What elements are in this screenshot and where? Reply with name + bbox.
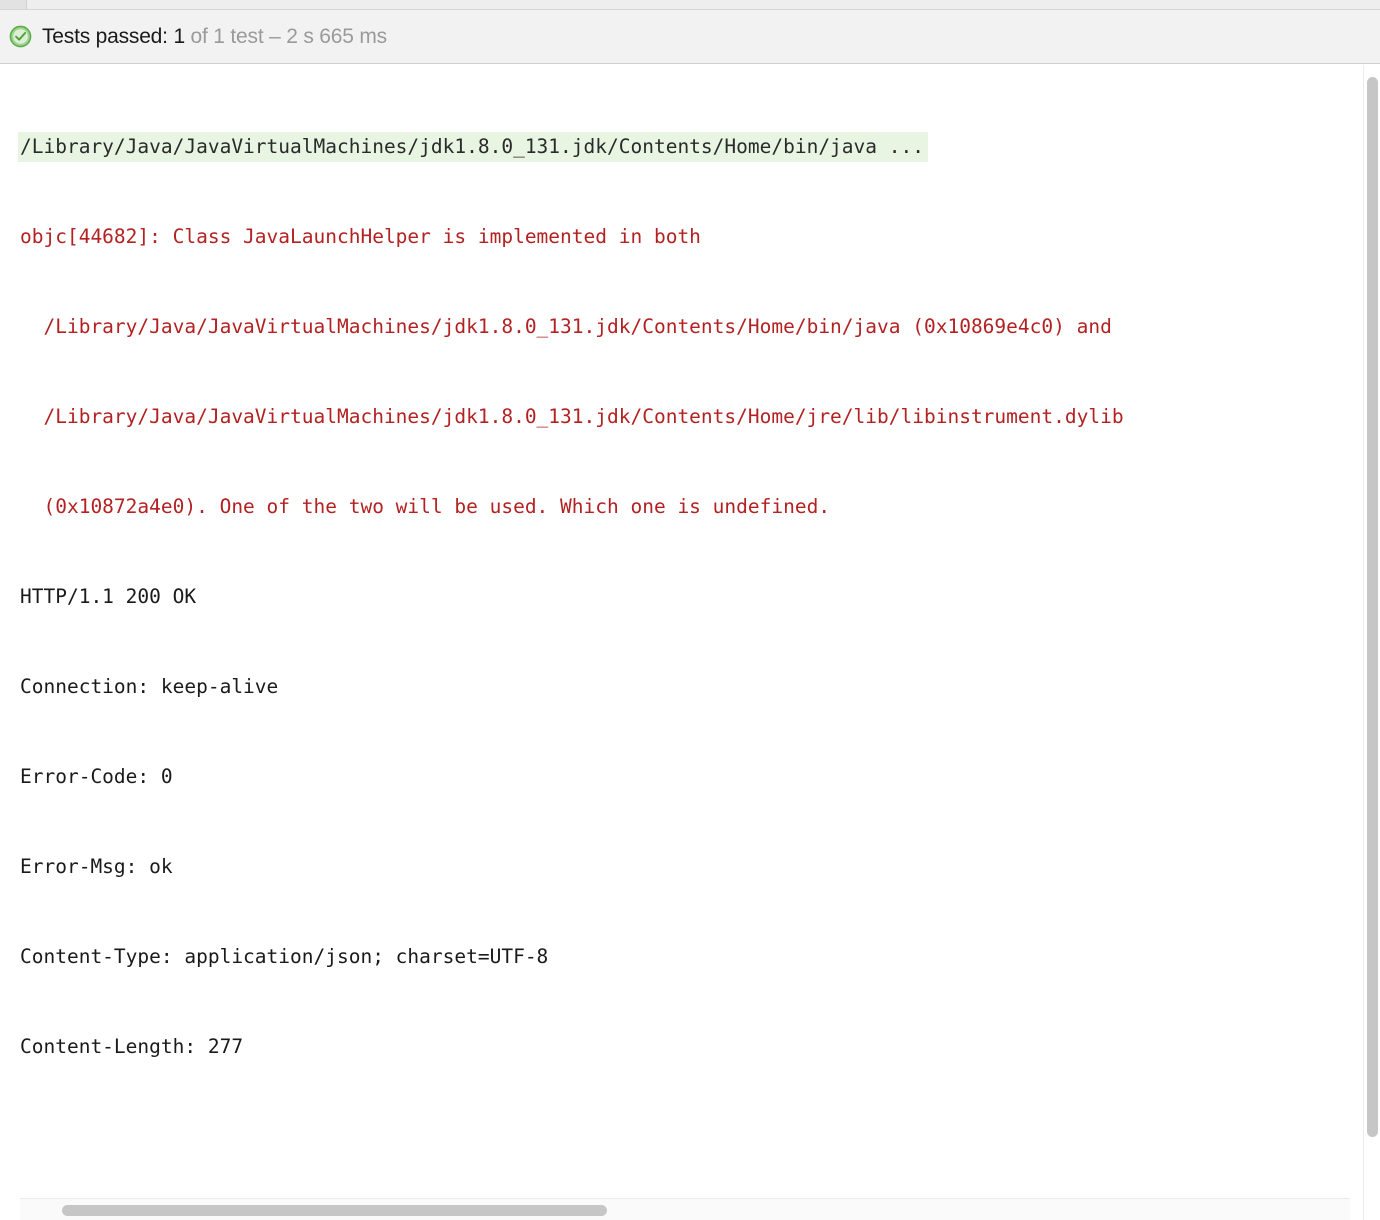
vertical-scrollbar-thumb[interactable] [1367, 77, 1378, 1137]
tests-passed-detail: of 1 test – 2 s 665 ms [184, 25, 388, 48]
horizontal-scrollbar[interactable] [20, 1198, 1350, 1220]
console-error-line: (0x10872a4e0). One of the two will be us… [20, 495, 831, 518]
console-output-line: Error-Code: 0 [20, 765, 173, 788]
toolbar-tab-handle[interactable] [0, 0, 27, 9]
test-status-header: Tests passed: 1 of 1 test – 2 s 665 ms [0, 10, 1380, 64]
console-text-block: /Library/Java/JavaVirtualMachines/jdk1.8… [18, 72, 1147, 1220]
tests-passed-label: Tests passed: [42, 25, 174, 48]
vertical-scrollbar[interactable] [1363, 65, 1380, 1220]
horizontal-scrollbar-thumb[interactable] [62, 1205, 607, 1216]
console-command-line: /Library/Java/JavaVirtualMachines/jdk1.8… [18, 132, 928, 162]
console-error-line: objc[44682]: Class JavaLaunchHelper is i… [20, 225, 701, 248]
check-circle-icon [9, 25, 32, 48]
toolbar-strip [0, 0, 1380, 10]
console-error-line: /Library/Java/JavaVirtualMachines/jdk1.8… [20, 315, 1112, 338]
console-error-line: /Library/Java/JavaVirtualMachines/jdk1.8… [20, 405, 1124, 428]
console-output-pane[interactable]: /Library/Java/JavaVirtualMachines/jdk1.8… [0, 65, 1380, 1220]
console-output-line: Connection: keep-alive [20, 675, 279, 698]
console-output-line: Content-Type: application/json; charset=… [20, 945, 549, 968]
console-output-line: Error-Msg: ok [20, 855, 173, 878]
console-output-line: HTTP/1.1 200 OK [20, 585, 197, 608]
console-output-line [20, 1122, 1147, 1152]
tests-passed-count: 1 [173, 25, 185, 48]
console-output-line: Content-Length: 277 [20, 1035, 244, 1058]
console-command-row: /Library/Java/JavaVirtualMachines/jdk1.8… [18, 132, 1147, 162]
